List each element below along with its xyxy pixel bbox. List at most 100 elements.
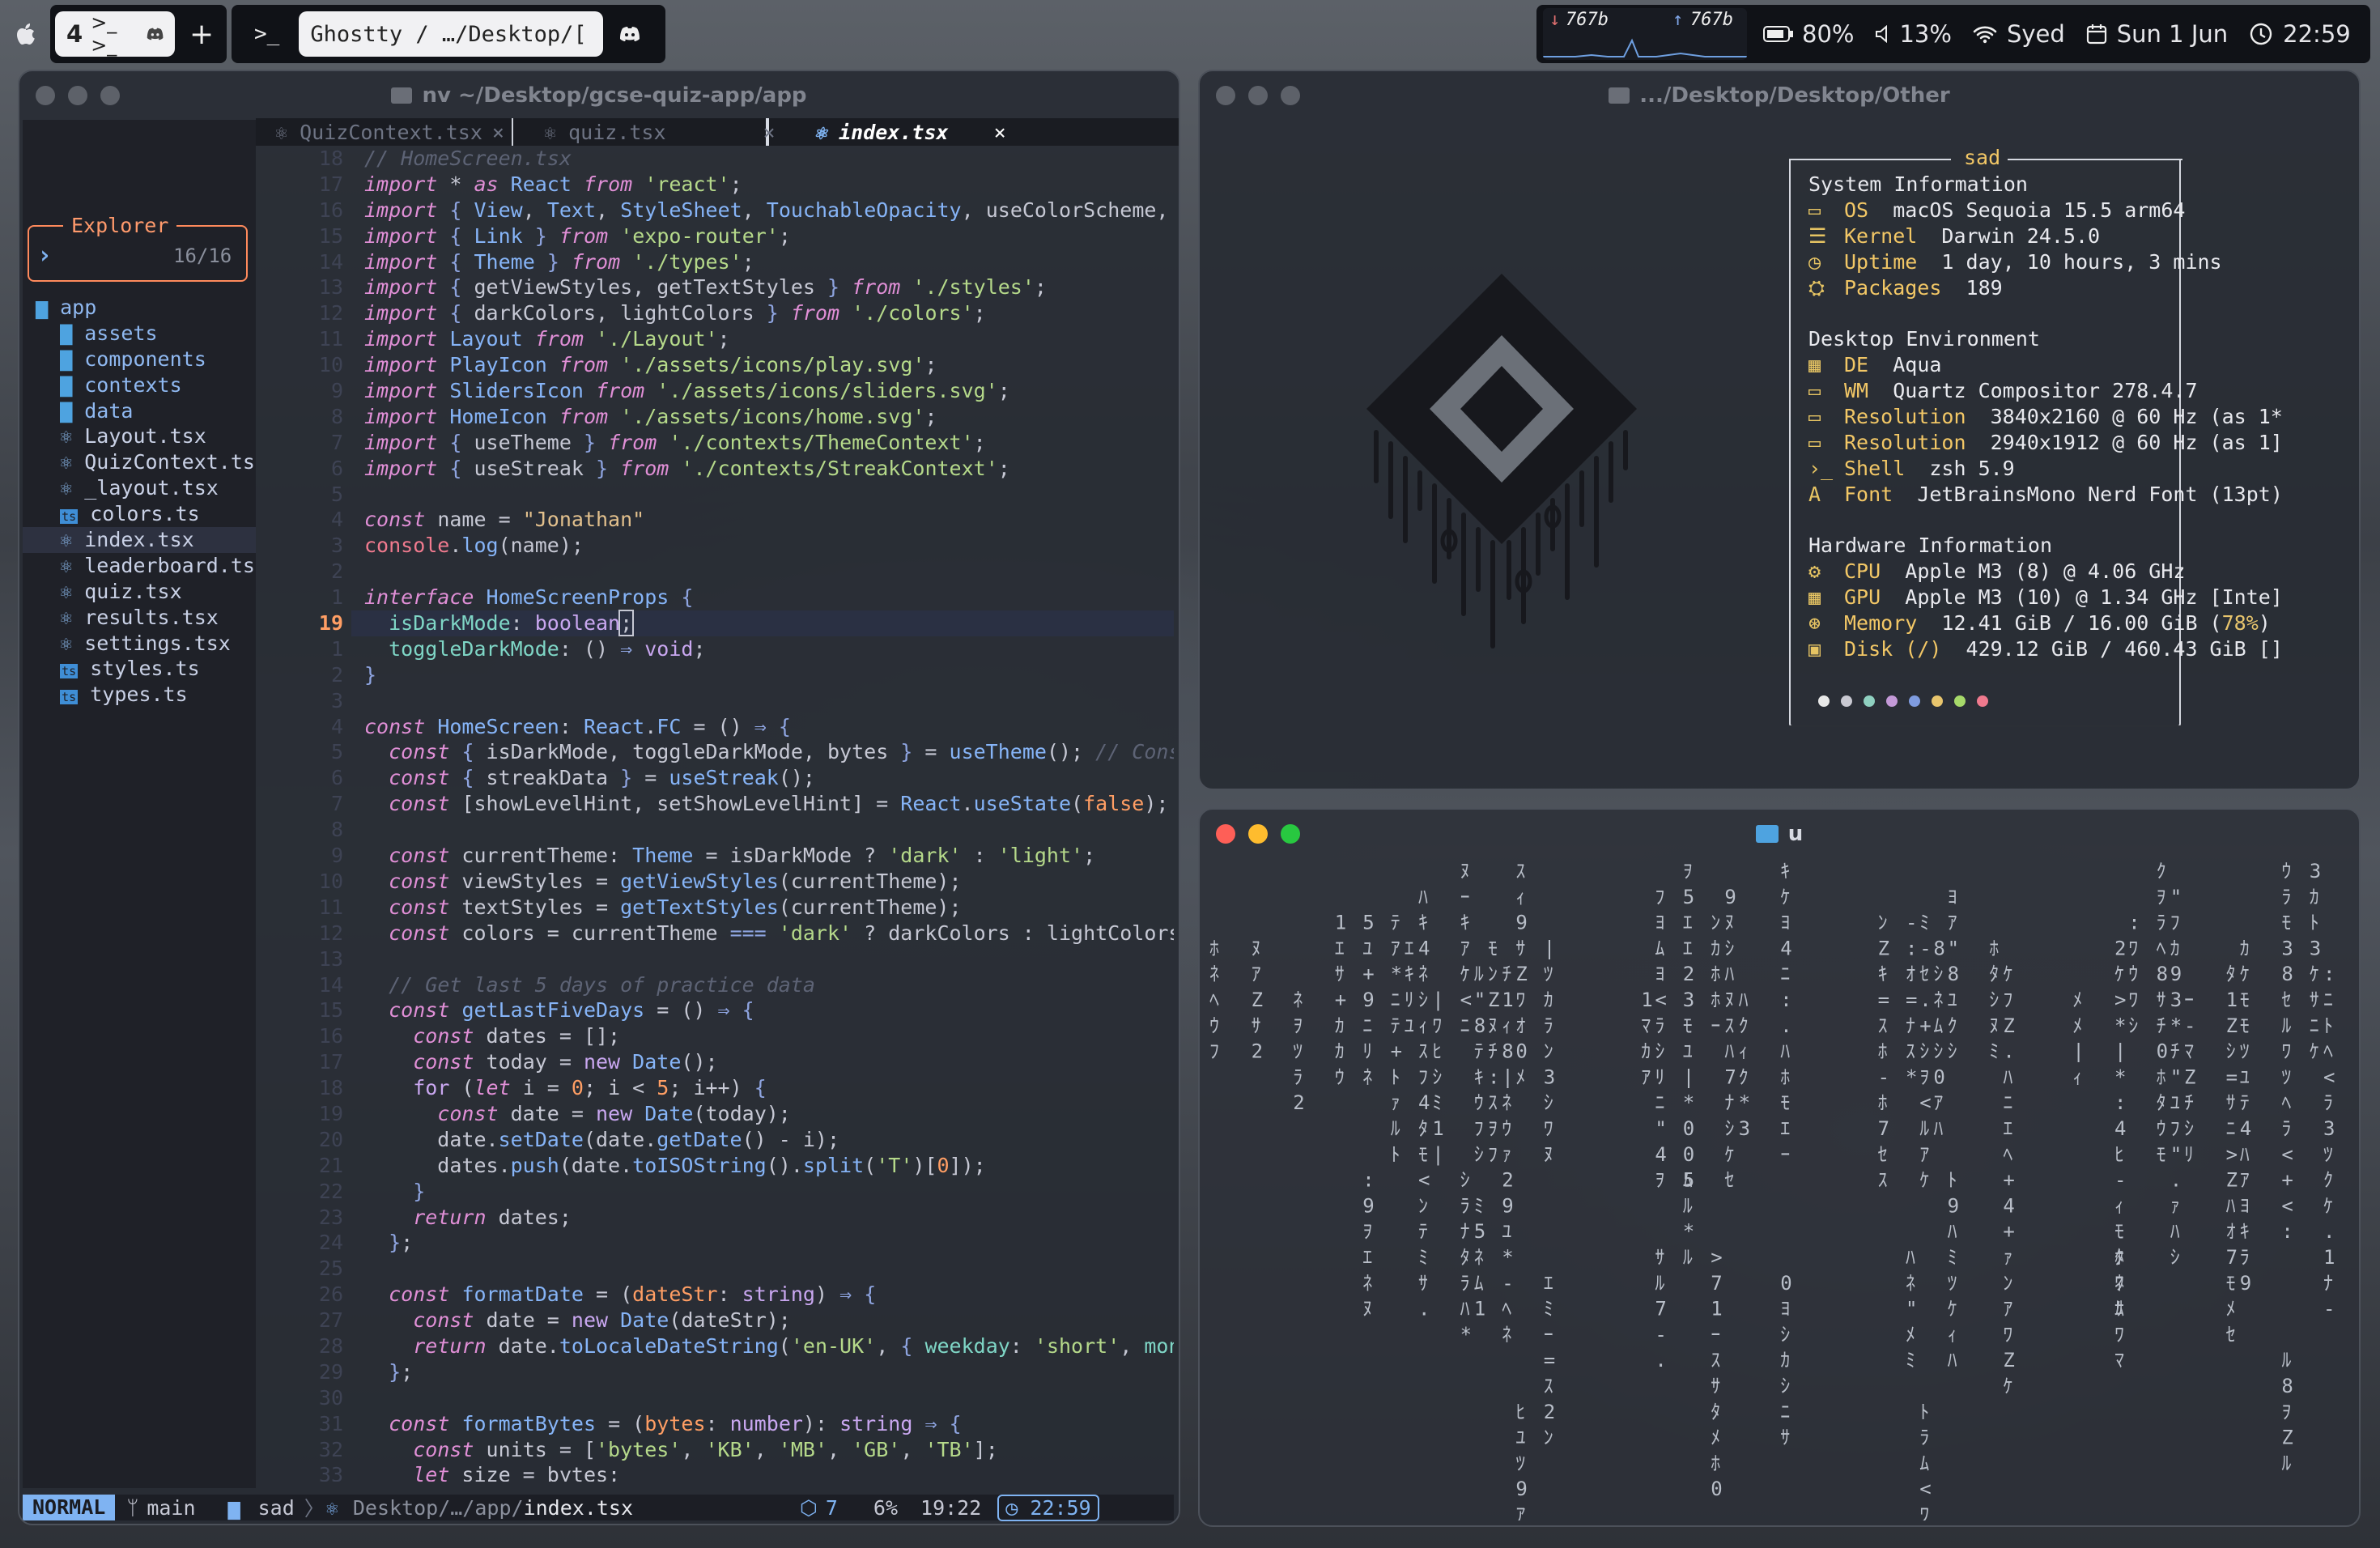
info-icon: ◷ [1808,249,1821,274]
matrix-glyph: ﾁ [2184,1091,2194,1114]
matrix-glyph: ｸ [1739,1065,1749,1088]
network-graph[interactable]: ↓ 767b ↑ 767b [1543,8,1747,60]
tree-item[interactable]: ⚛ settings.tsx [36,631,256,657]
tab-index[interactable]: ⚛ index.tsx × [769,118,1012,146]
speaker-icon [1876,25,1888,43]
matrix-glyph: ﾃ [2240,1091,2250,1114]
matrix-titlebar[interactable]: u [1200,810,2359,858]
matrix-glyph: 2 [1252,1040,1263,1063]
fastfetch-titlebar[interactable]: .../Desktop/Desktop/Other [1200,71,2359,120]
matrix-glyph: ｦ [1919,1065,1929,1088]
line-number: 29 [318,1359,343,1384]
matrix-glyph: ｦ [1293,1014,1303,1037]
date-text: Sun 1 Jun [2116,20,2229,48]
matrix-glyph: ｱ [1460,937,1470,959]
minimize-button[interactable] [68,86,87,105]
line-number: 16 [318,1024,343,1048]
tab-quizcontext[interactable]: ⚛ QuizContext.tsx × [256,118,513,146]
minimize-button[interactable] [1248,86,1268,105]
tree-item[interactable]: ⚛ leaderboard.ts [36,553,256,579]
terminal-icon[interactable]: >_ [254,22,279,46]
close-button[interactable] [1216,86,1235,105]
apple-logo-icon[interactable] [15,21,37,47]
tree-item[interactable]: ⚛ _layout.tsx [36,475,256,501]
line-number: 28 [318,1333,343,1358]
matrix-glyph: - [1906,912,1917,934]
zoom-button[interactable] [100,86,120,105]
info-label: Shell [1844,456,1906,480]
matrix-glyph: ﾗ [2323,1091,2333,1114]
tree-item[interactable]: ▇ assets [36,321,256,347]
workspace-4[interactable]: 4 >_ >_ [55,11,175,57]
battery-widget[interactable]: 80% [1755,11,1862,57]
matrix-glyph: ｰ [1544,1323,1553,1346]
matrix-glyph: ｸ [2323,1169,2333,1192]
info-value: Apple M3 (10) @ 1.34 GHz [Inte] [1905,585,2283,610]
tree-item[interactable]: ts styles.ts [36,656,256,682]
matrix-glyph: - [2323,1298,2335,1320]
line-number: 6 [330,456,343,480]
tree-item[interactable]: ⚛ Layout.tsx [36,423,256,449]
code-editor[interactable]: // HomeScreen.tsx import * as React from… [364,146,1174,1482]
tree-item[interactable]: ▇ components [36,347,256,372]
matrix-glyph: < [1655,989,1666,1011]
matrix-glyph: ﾃ [1474,1040,1484,1063]
tree-item[interactable]: ⚛ quiz.tsx [36,579,256,605]
tab-close-icon[interactable]: × [994,121,1006,144]
react-icon: ⚛ [60,528,73,552]
matrix-glyph: ﾇ [1544,1143,1553,1166]
matrix-glyph: ﾏ [1641,1014,1651,1037]
tree-item[interactable]: ▇ data [36,398,256,424]
matrix-glyph: : [1362,1169,1374,1192]
react-icon: ⚛ [60,579,73,603]
tree-item[interactable]: ⚛ results.tsx [36,605,256,631]
tree-item[interactable]: ts types.ts [36,682,256,708]
matrix-glyph: ﾑ [1655,937,1664,959]
info-icon: ▭ [1808,198,1821,222]
matrix-glyph: ｼ [1474,1143,1484,1166]
tree-item[interactable]: ▇ contexts [36,372,256,398]
terminal-icons: >_ >_ [91,11,117,57]
matrix-glyph: ｴ [1683,912,1693,934]
info-row: ▭ Resolution 2940x1912 @ 60 Hz (as 1] [1808,430,2283,456]
close-button[interactable] [1216,824,1235,844]
matrix-glyph: ｱ [1948,912,1957,934]
tab-close-icon[interactable]: × [492,121,504,144]
matrix-glyph: ｹ [2323,1194,2333,1217]
matrix-glyph: ｰ [1780,1143,1790,1166]
matrix-glyph: ｽ [1515,860,1525,882]
network-sparkline [1543,38,1747,57]
wifi-widget[interactable]: Syed [1965,11,2073,57]
tree-item[interactable]: ts colors.ts [36,501,256,527]
neovim-titlebar[interactable]: nv ~/Desktop/gcse-quiz-app/app [19,71,1179,120]
tree-item[interactable]: ⚛ index.tsx [23,527,256,553]
discord-icon[interactable] [619,26,640,42]
matrix-glyph: ﾎ [2114,1246,2124,1269]
active-window-pill[interactable]: Ghostty / …/Desktop/[ [299,11,604,57]
line-number: 24 [318,1231,343,1255]
zoom-button[interactable] [1281,86,1300,105]
line-number: 13 [318,275,343,300]
matrix-glyph: ﾆ [1362,1014,1372,1037]
clock-widget[interactable]: 22:59 [2241,11,2359,57]
clock-icon [2250,23,2272,45]
matrix-glyph: ｦ [1488,1117,1498,1140]
tree-root-app[interactable]: ▆ app [36,295,256,321]
net-up-value: 767b [1690,10,1733,30]
tab-quiz[interactable]: ⚛ quiz.tsx × [513,118,776,146]
minimize-button[interactable] [1248,824,1268,844]
matrix-glyph: * [1391,963,1402,985]
matrix-glyph: ｻ [1780,1427,1790,1449]
date-widget[interactable]: Sun 1 Jun [2078,11,2236,57]
line-number: 13 [318,946,343,971]
matrix-glyph: . [1780,1014,1791,1037]
volume-widget[interactable]: 13% [1867,11,1959,57]
matrix-glyph: 5 [1362,912,1374,934]
close-button[interactable] [36,86,55,105]
matrix-glyph: ﾅ [2323,1272,2333,1295]
add-workspace-button[interactable]: + [189,18,214,51]
status-path: Desktop/…/app/ [352,1495,524,1520]
matrix-glyph: > [1711,1246,1722,1269]
tree-item[interactable]: ⚛ QuizContext.ts [36,449,256,475]
zoom-button[interactable] [1281,824,1300,844]
